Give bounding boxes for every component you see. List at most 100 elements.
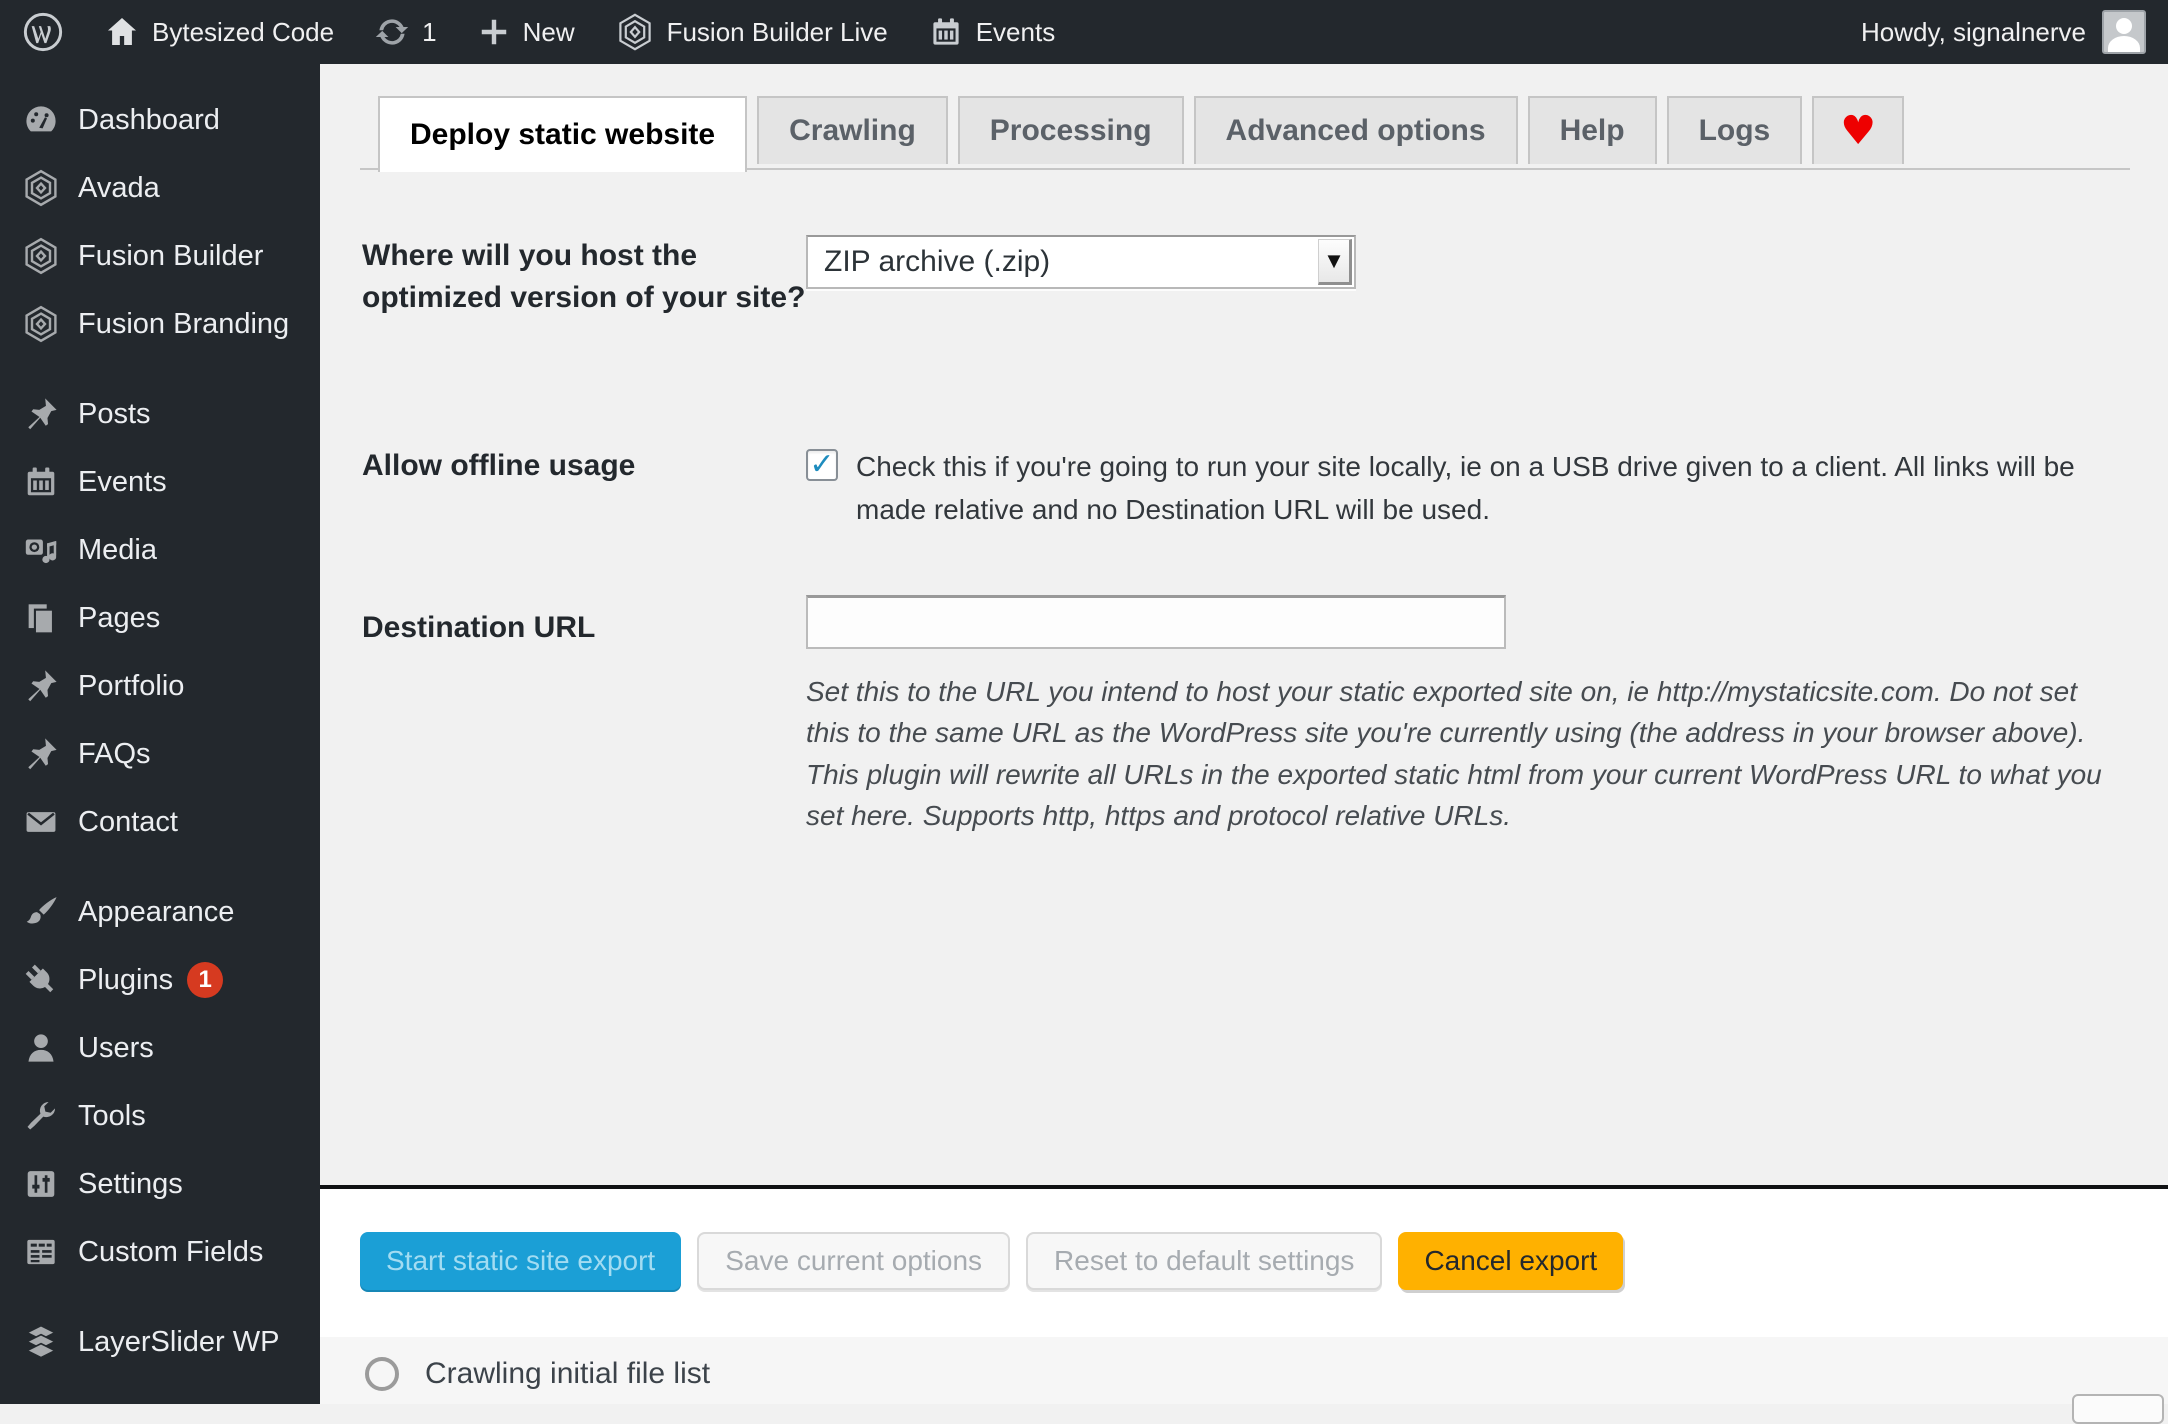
plug-icon: [20, 961, 62, 999]
sidebar-item-label: LayerSlider WP: [78, 1325, 280, 1358]
destination-url-row: Destination URL Set this to the URL you …: [362, 595, 2128, 837]
sidebar-item-tools[interactable]: Tools: [0, 1082, 320, 1150]
sidebar-item-plugins[interactable]: Plugins 1: [0, 946, 320, 1014]
update-count: 1: [422, 16, 437, 47]
sidebar-item-events[interactable]: Events: [0, 448, 320, 516]
sidebar-item-label: Settings: [78, 1167, 183, 1200]
howdy-text: Howdy, signalnerve: [1861, 16, 2086, 47]
progress-circle-icon: [365, 1357, 399, 1391]
fusion-builder-hexagon-icon: [20, 236, 62, 276]
checkmark-icon: ✓: [809, 447, 835, 482]
destination-url-label: Destination URL: [362, 611, 596, 644]
sliders-icon: [20, 1165, 62, 1203]
tab-label: Help: [1559, 114, 1625, 147]
avada-hexagon-icon: [20, 168, 62, 208]
wordpress-menu[interactable]: [22, 11, 64, 53]
user-icon: [20, 1029, 62, 1067]
tab-label: Crawling: [789, 114, 916, 147]
actions-area: Start static site export Save current op…: [320, 1189, 2168, 1424]
destination-url-description: Set this to the URL you intend to host y…: [806, 676, 2102, 832]
pushpin-icon: [20, 667, 62, 705]
tab-processing[interactable]: Processing: [957, 96, 1184, 164]
sidebar-item-label: Users: [78, 1031, 154, 1064]
sidebar-item-appearance[interactable]: Appearance: [0, 878, 320, 946]
paintbrush-icon: [20, 893, 62, 931]
update-refresh-icon: [374, 14, 410, 50]
sidebar-item-users[interactable]: Users: [0, 1014, 320, 1082]
pushpin-icon: [20, 395, 62, 433]
fusion-builder-live-label: Fusion Builder Live: [666, 16, 888, 47]
fusion-hexagon-icon: [615, 12, 655, 52]
admin-bar: Bytesized Code 1 New Fusion Builder Live: [0, 0, 2168, 64]
tab-help[interactable]: Help: [1527, 96, 1657, 164]
start-export-button[interactable]: Start static site export: [360, 1232, 682, 1290]
admin-bar-events-label: Events: [975, 16, 1056, 47]
tab-label: Logs: [1698, 114, 1771, 147]
fusion-branding-hexagon-icon: [20, 304, 62, 344]
new-content-menu[interactable]: New: [477, 15, 575, 49]
fusion-builder-live-link[interactable]: Fusion Builder Live: [615, 12, 888, 52]
tab-crawling[interactable]: Crawling: [757, 96, 948, 164]
calendar-icon: [20, 463, 62, 501]
export-progress-strip: Crawling initial file list: [320, 1337, 2168, 1424]
destination-url-input[interactable]: [806, 595, 1506, 649]
select-dropdown-button[interactable]: ▼: [1318, 239, 1352, 285]
offline-usage-row: Allow offline usage ✓ Check this if you'…: [362, 445, 2128, 532]
calendar-icon: [928, 14, 964, 50]
sidebar-item-label: Tools: [78, 1099, 146, 1132]
admin-bar-left: Bytesized Code 1 New Fusion Builder Live: [22, 11, 1055, 53]
plus-icon: [477, 15, 511, 49]
new-label: New: [522, 16, 575, 47]
offline-usage-label: Allow offline usage: [362, 449, 636, 482]
sidebar-item-label: Fusion Branding: [78, 307, 290, 340]
sidebar-item-custom-fields[interactable]: Custom Fields: [0, 1218, 320, 1286]
sidebar-item-label: Media: [78, 533, 157, 566]
reset-defaults-button[interactable]: Reset to default settings: [1026, 1232, 1383, 1290]
offline-usage-help-text: Check this if you're going to run your s…: [856, 451, 2075, 526]
sidebar-item-posts[interactable]: Posts: [0, 380, 320, 448]
host-select-value: ZIP archive (.zip): [824, 245, 1051, 278]
tab-deploy-static-website[interactable]: Deploy static website: [378, 96, 748, 172]
sidebar-item-layerslider[interactable]: LayerSlider WP: [0, 1308, 320, 1376]
pushpin-icon: [20, 735, 62, 773]
sidebar-item-label: Posts: [78, 397, 151, 430]
pages-icon: [20, 599, 62, 637]
partial-clipped-button[interactable]: [2072, 1394, 2164, 1424]
host-select[interactable]: ZIP archive (.zip) ▼: [806, 235, 1356, 289]
heart-icon: ♥: [1840, 108, 1877, 154]
sidebar-item-label: Dashboard: [78, 103, 220, 136]
tab-label: Advanced options: [1225, 114, 1486, 147]
dashboard-gauge-icon: [20, 100, 62, 140]
plugin-settings-page: Deploy static website Crawling Processin…: [320, 64, 2168, 1424]
tab-advanced-options[interactable]: Advanced options: [1193, 96, 1518, 164]
host-question-row: Where will you host the optimized versio…: [362, 235, 2128, 319]
tab-logs[interactable]: Logs: [1666, 96, 1803, 164]
progress-step-row[interactable]: Crawling initial file list: [365, 1357, 710, 1391]
account-menu[interactable]: Howdy, signalnerve: [1861, 10, 2146, 54]
sidebar-item-label: Contact: [78, 805, 178, 838]
wordpress-admin-screen: Bytesized Code 1 New Fusion Builder Live: [0, 0, 2168, 1424]
sidebar-item-avada[interactable]: Avada: [0, 154, 320, 222]
settings-tabbar: Deploy static website Crawling Processin…: [360, 96, 2130, 172]
sidebar-item-dashboard[interactable]: Dashboard: [0, 86, 320, 154]
save-options-button[interactable]: Save current options: [697, 1232, 1011, 1290]
offline-usage-checkbox[interactable]: ✓: [806, 449, 838, 481]
sidebar-item-fusion-branding[interactable]: Fusion Branding: [0, 290, 320, 358]
cancel-export-button[interactable]: Cancel export: [1398, 1232, 1624, 1290]
sidebar-item-label: Plugins: [78, 963, 174, 996]
plugins-update-badge: 1: [187, 962, 224, 998]
sidebar-item-portfolio[interactable]: Portfolio: [0, 652, 320, 720]
sidebar-item-pages[interactable]: Pages: [0, 584, 320, 652]
tab-donate[interactable]: ♥: [1812, 96, 1905, 164]
sidebar-item-media[interactable]: Media: [0, 516, 320, 584]
sidebar-item-fusion-builder[interactable]: Fusion Builder: [0, 222, 320, 290]
sidebar-item-faqs[interactable]: FAQs: [0, 720, 320, 788]
sidebar-item-contact[interactable]: Contact: [0, 788, 320, 856]
media-icon: [20, 531, 62, 569]
admin-bar-events-link[interactable]: Events: [928, 14, 1056, 50]
admin-sidebar: Dashboard Avada Fusion Builder Fusion Br…: [0, 64, 320, 1404]
sidebar-item-label: Pages: [78, 601, 161, 634]
site-home-link[interactable]: Bytesized Code: [104, 14, 334, 50]
sidebar-item-settings[interactable]: Settings: [0, 1150, 320, 1218]
updates-link[interactable]: 1: [374, 14, 437, 50]
